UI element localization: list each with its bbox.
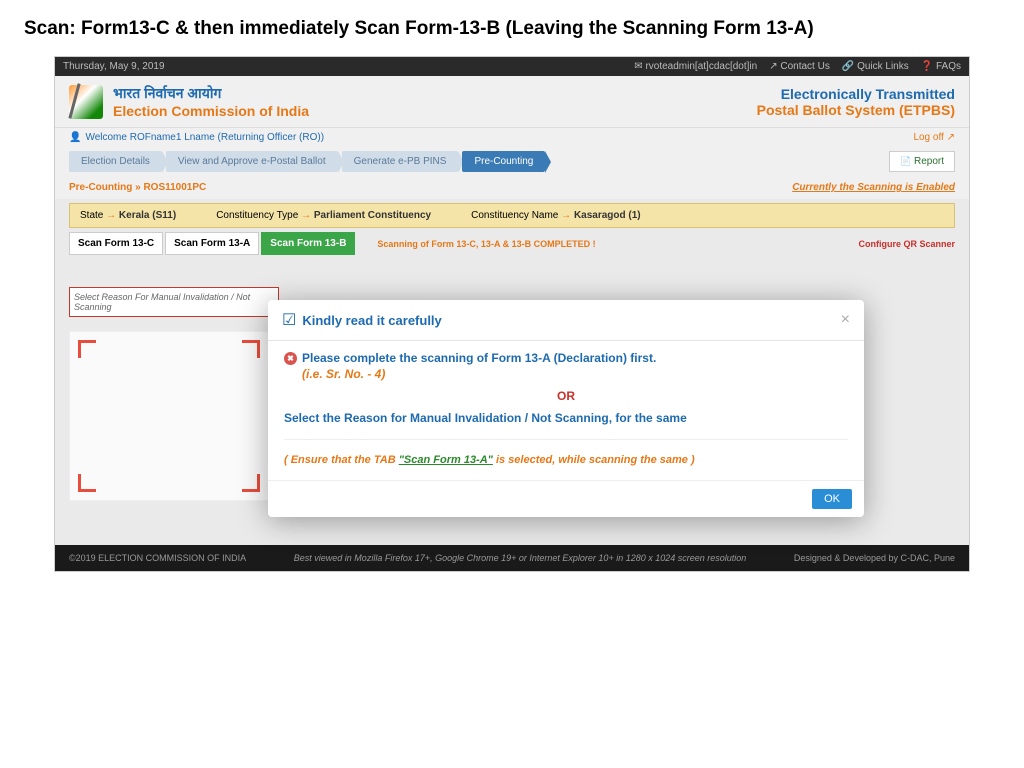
check-icon: ☑ [282, 310, 296, 330]
subtab-form-13c[interactable]: Scan Form 13-C [69, 232, 163, 255]
topbar-quicklinks[interactable]: 🔗 Quick Links [842, 61, 909, 72]
ok-button[interactable]: OK [812, 489, 852, 509]
report-button[interactable]: Report [889, 151, 955, 172]
brand-english: Election Commission of India [113, 103, 309, 119]
close-icon[interactable]: × [841, 311, 850, 329]
welcome-user: Welcome ROFname1 Lname (Returning Office… [69, 132, 324, 143]
topbar-date: Thursday, May 9, 2019 [63, 61, 165, 72]
nav-tabs: Election Details View and Approve e-Post… [55, 147, 969, 176]
modal-sr-no: (i.e. Sr. No. - 4) [302, 367, 848, 381]
topbar: Thursday, May 9, 2019 ✉ rvoteadmin[at]cd… [55, 57, 969, 76]
modal-title: Kindly read it carefully [302, 313, 441, 328]
slide-title: Scan: Form13-C & then immediately Scan F… [0, 0, 1024, 50]
breadcrumb: Pre-Counting » ROS11001PC [69, 182, 206, 193]
modal-or: OR [284, 389, 848, 403]
scan-complete-msg: Scanning of Form 13-C, 13-A & 13-B COMPL… [377, 239, 595, 249]
modal-ensure-note: ( Ensure that the TAB "Scan Form 13-A" i… [284, 454, 848, 466]
modal-instruction-2: Select the Reason for Manual Invalidatio… [284, 411, 848, 425]
divider [284, 439, 848, 440]
scan-corner-icon [242, 474, 260, 492]
brand-hindi: भारत निर्वाचन आयोग [113, 84, 309, 103]
tab-election-details[interactable]: Election Details [69, 151, 162, 172]
scan-corner-icon [78, 474, 96, 492]
eci-logo [69, 85, 103, 119]
warning-modal: ☑ Kindly read it carefully × Please comp… [268, 300, 864, 517]
topbar-faqs[interactable]: ❓ FAQs [921, 61, 961, 72]
scanning-enabled-status: Currently the Scanning is Enabled [792, 182, 955, 193]
select-reason-dropdown[interactable]: Select Reason For Manual Invalidation / … [69, 287, 279, 317]
tab-view-approve[interactable]: View and Approve e-Postal Ballot [166, 151, 338, 172]
footer-browser-info: Best viewed in Mozilla Firefox 17+, Goog… [246, 553, 794, 563]
footer: ©2019 ELECTION COMMISSION OF INDIA Best … [55, 545, 969, 571]
system-name-2: Postal Ballot System (ETPBS) [757, 102, 955, 118]
footer-credit: Designed & Developed by C-DAC, Pune [794, 553, 955, 563]
subtab-form-13a[interactable]: Scan Form 13-A [165, 232, 259, 255]
qr-scan-zone [69, 331, 269, 501]
subtab-form-13b[interactable]: Scan Form 13-B [261, 232, 355, 255]
topbar-contact[interactable]: ↗ Contact Us [769, 61, 830, 72]
scan-corner-icon [78, 340, 96, 358]
tab-generate-pins[interactable]: Generate e-PB PINS [342, 151, 459, 172]
configure-qr-link[interactable]: Configure QR Scanner [858, 239, 955, 249]
topbar-email[interactable]: ✉ rvoteadmin[at]cdac[dot]in [634, 61, 757, 72]
scan-corner-icon [242, 340, 260, 358]
footer-copyright: ©2019 ELECTION COMMISSION OF INDIA [69, 553, 246, 563]
system-name-1: Electronically Transmitted [757, 86, 955, 102]
modal-instruction-1: Please complete the scanning of Form 13-… [284, 351, 848, 365]
tab-pre-counting[interactable]: Pre-Counting [462, 151, 545, 172]
header: भारत निर्वाचन आयोग Election Commission o… [55, 76, 969, 128]
constituency-info-band: State → Kerala (S11) Constituency Type →… [69, 203, 955, 228]
logoff-link[interactable]: Log off ↗ [913, 132, 955, 143]
